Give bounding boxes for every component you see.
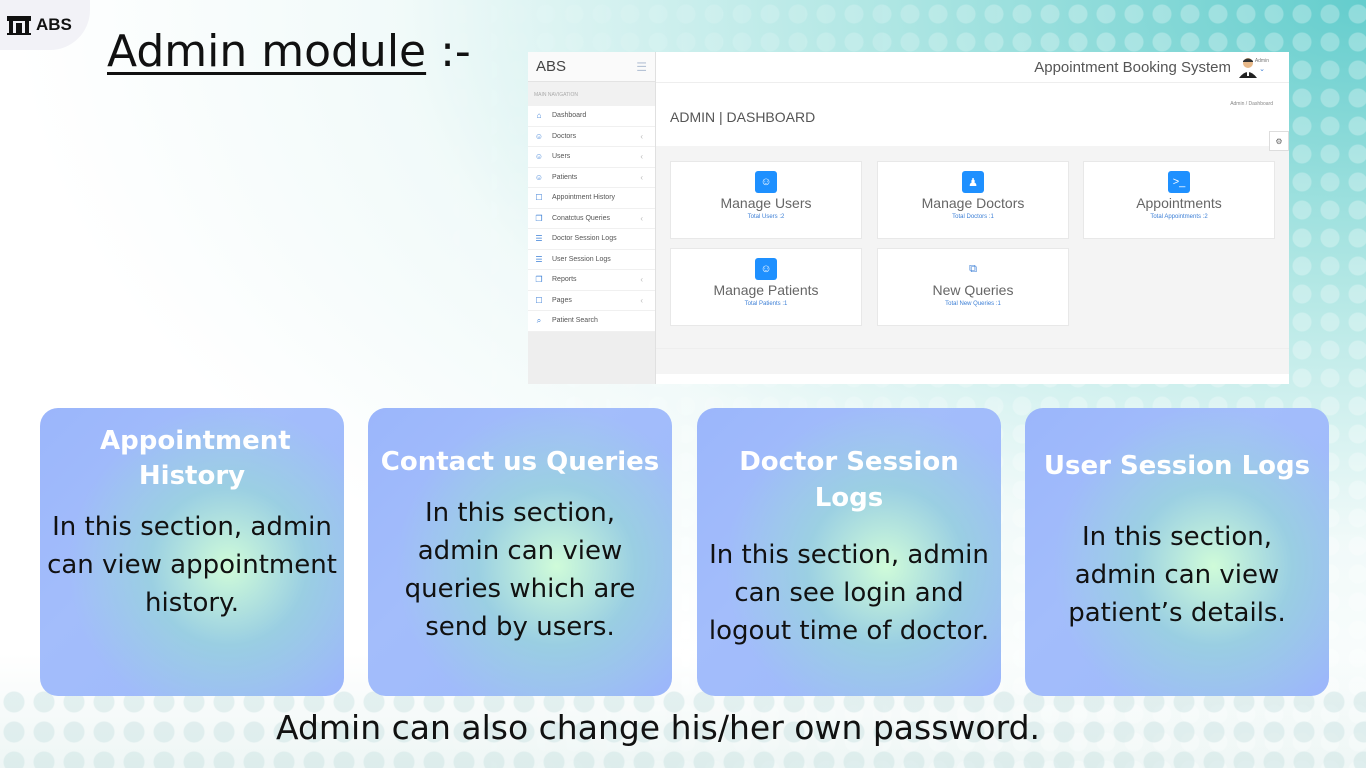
sidebar-item-label: Patient Search — [552, 317, 598, 325]
feature-heading: Contact us Queries — [380, 447, 660, 477]
admin-label: Admin — [1254, 58, 1269, 64]
dashboard-topbar: Appointment Booking System — [656, 52, 1289, 82]
sidebar-item[interactable]: ❐ Conatctus Queries ‹ — [528, 209, 655, 229]
card-manage-patients[interactable]: ☺ Manage Patients Total Patients :1 — [670, 248, 862, 326]
card-title: Manage Doctors — [921, 195, 1025, 211]
sidebar-item-label: Doctors — [552, 132, 577, 140]
card-title: New Queries — [932, 282, 1014, 298]
feature-card-user-session-logs: User Session Logs In this section, admin… — [1025, 408, 1329, 696]
feature-heading: Appointment History — [100, 426, 291, 491]
slide-title: Admin module :- — [107, 26, 471, 77]
card-new-queries[interactable]: ⧉ New Queries Total New Queries :1 — [877, 248, 1069, 326]
feature-card-doctor-session-logs: Doctor Session Logs In this section, adm… — [697, 408, 1001, 696]
slide-title-main: Admin module — [107, 26, 427, 77]
card-appointments[interactable]: >_ Appointments Total Appointments :2 — [1083, 161, 1275, 239]
sidebar-item[interactable]: ☺ Doctors ‹ — [528, 127, 655, 147]
feature-heading: Doctor Session Logs — [739, 447, 959, 513]
sidebar-item[interactable]: ⌕ Patient Search — [528, 311, 655, 332]
logo-text: ABS — [36, 15, 72, 34]
sidebar-item-label: Pages — [552, 296, 572, 304]
gear-icon[interactable]: ⚙ — [1269, 131, 1289, 151]
chevron-left-icon[interactable]: ‹ — [640, 132, 643, 141]
breadcrumb: Admin / Dashboard — [1230, 101, 1273, 107]
dashboard-sidebar: ABS ☰ MAIN NAVIGATION ⌂ Dashboard ☺ Doctors… — [528, 52, 656, 384]
list-icon: ☰ — [535, 254, 543, 264]
files-icon: ⧉ — [969, 262, 977, 275]
files-icon: ❐ — [535, 213, 543, 223]
sidebar-item[interactable]: ☰ User Session Logs — [528, 250, 655, 270]
sidebar-item-label: Conatctus Queries — [552, 214, 610, 222]
search-icon: ⌕ — [536, 315, 542, 325]
sidebar-item[interactable]: ❐ Reports ‹ — [528, 270, 655, 291]
chevron-left-icon[interactable]: ‹ — [640, 296, 643, 305]
slide-title-suffix: :- — [426, 26, 471, 77]
dashboard-footer-panel — [656, 374, 1289, 384]
sidebar-item[interactable]: ☺ Patients ‹ — [528, 168, 655, 188]
chevron-left-icon[interactable]: ‹ — [640, 152, 643, 161]
hamburger-icon[interactable]: ☰ — [636, 60, 647, 74]
dashboard-nav: ⌂ Dashboard ☺ Doctors ‹ ☺ Users ‹ ☺ Patients ‹ ☐ App… — [528, 106, 655, 332]
file-icon: ☐ — [535, 295, 543, 305]
home-icon: ⌂ — [536, 111, 542, 121]
dashboard-header: ADMIN | DASHBOARD Admin / Dashboard ⚙ — [656, 82, 1289, 151]
card-subtitle[interactable]: Total New Queries :1 — [878, 301, 1068, 307]
file-icon: ☐ — [535, 193, 543, 203]
feature-card-appointment-history: Appointment History In this section, adm… — [40, 408, 344, 696]
card-manage-doctors[interactable]: ♟ Manage Doctors Total Doctors :1 — [877, 161, 1069, 239]
users-icon: ♟ — [962, 171, 984, 193]
feature-card-contact-queries: Contact us Queries In this section, admi… — [368, 408, 672, 696]
page-title: ADMIN | DASHBOARD — [670, 109, 816, 125]
user-icon: ☺ — [534, 131, 544, 141]
feature-body: In this section, admin can view patient’… — [1068, 522, 1286, 628]
chevron-down-icon[interactable]: ⌄ — [1259, 65, 1265, 73]
card-title: Manage Patients — [713, 282, 819, 298]
sidebar-item-label: Doctor Session Logs — [552, 235, 617, 243]
sidebar-item-label: Dashboard — [552, 112, 587, 120]
sidebar-item-label: Users — [552, 153, 571, 161]
dashboard-brand: ABS ☰ — [528, 52, 655, 82]
store-icon — [7, 16, 31, 35]
smiley-icon: ☺ — [755, 171, 777, 193]
feature-body: In this section, admin can view appointm… — [47, 512, 337, 618]
sidebar-item-label: Patients — [552, 173, 578, 181]
list-icon: ☰ — [535, 234, 543, 244]
sidebar-item[interactable]: ⌂ Dashboard — [528, 106, 655, 127]
sidebar-item[interactable]: ☐ Appointment History — [528, 188, 655, 209]
dashboard-screenshot: ABS ☰ MAIN NAVIGATION ⌂ Dashboard ☺ Doctors… — [528, 52, 1289, 384]
feature-heading: User Session Logs — [1043, 451, 1311, 481]
smiley-icon: ☺ — [755, 258, 777, 280]
chevron-left-icon[interactable]: ‹ — [640, 173, 643, 182]
sidebar-item-label: User Session Logs — [552, 255, 611, 263]
card-manage-users[interactable]: ☺ Manage Users Total Users :2 — [670, 161, 862, 239]
card-subtitle[interactable]: Total Patients :1 — [671, 301, 861, 307]
terminal-icon: >_ — [1168, 171, 1190, 193]
card-title: Manage Users — [720, 195, 812, 211]
sidebar-item[interactable]: ☺ Users ‹ — [528, 147, 655, 168]
files-icon: ❐ — [535, 275, 543, 285]
bottom-note: Admin can also change his/her own passwo… — [275, 708, 1041, 747]
feature-body: In this section, admin can see login and… — [708, 540, 990, 646]
dashboard-brand-text: ABS — [536, 58, 567, 75]
user-icon: ☺ — [534, 172, 544, 182]
sidebar-item-label: Reports — [552, 276, 577, 284]
chevron-left-icon[interactable]: ‹ — [640, 275, 643, 284]
sidebar-item-label: Appointment History — [552, 194, 616, 202]
chevron-left-icon[interactable]: ‹ — [640, 214, 643, 223]
sidebar-item[interactable]: ☐ Pages ‹ — [528, 291, 655, 311]
card-subtitle[interactable]: Total Users :2 — [671, 214, 861, 220]
card-subtitle[interactable]: Total Appointments :2 — [1084, 214, 1274, 220]
card-title: Appointments — [1136, 195, 1222, 211]
user-icon: ☺ — [534, 152, 544, 162]
card-subtitle[interactable]: Total Doctors :1 — [878, 214, 1068, 220]
sidebar-item[interactable]: ☰ Doctor Session Logs — [528, 229, 655, 250]
app-title: Appointment Booking System — [1034, 58, 1231, 76]
nav-header: MAIN NAVIGATION — [528, 82, 655, 106]
feature-body: In this section, admin can view queries … — [404, 498, 636, 642]
